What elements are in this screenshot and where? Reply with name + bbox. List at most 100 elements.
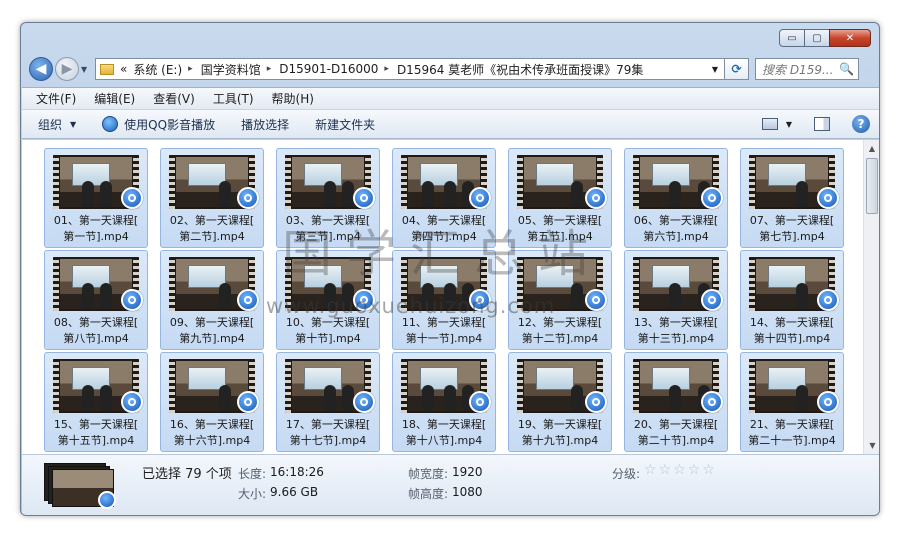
- qq-player-icon: [121, 391, 143, 413]
- command-bar-right: ▼ ?: [761, 115, 870, 133]
- breadcrumb-range[interactable]: D15901-D16000: [279, 62, 378, 76]
- file-item[interactable]: 16、第一天课程[ 第十六节].mp4: [160, 352, 264, 452]
- file-name-line: 13、第一天课程[: [633, 316, 719, 329]
- scrollbar-thumb[interactable]: [866, 158, 878, 214]
- menu-tools[interactable]: 工具(T): [213, 90, 254, 107]
- file-item[interactable]: 01、第一天课程[第一节].mp4: [44, 148, 148, 248]
- file-item[interactable]: 06、第一天课程[第六节].mp4: [624, 148, 728, 248]
- caption-buttons: ▭ ▢ ✕: [779, 29, 871, 47]
- search-placeholder: 搜索 D159...: [762, 62, 834, 77]
- new-folder-button[interactable]: 新建文件夹: [315, 116, 375, 133]
- folder-icon: [100, 63, 114, 75]
- star-icon[interactable]: ☆: [688, 463, 701, 477]
- qq-player-icon: [121, 289, 143, 311]
- file-name-line: 17、第一天课程[: [285, 418, 371, 431]
- breadcrumb-separator[interactable]: ▸: [267, 64, 272, 74]
- scroll-down-icon[interactable]: ▼: [864, 437, 879, 454]
- refresh-button[interactable]: ⟳: [725, 58, 749, 80]
- breadcrumb-library[interactable]: 国学资料馆: [201, 61, 261, 78]
- file-item[interactable]: 07、第一天课程[第七节].mp4: [740, 148, 844, 248]
- menu-help[interactable]: 帮助(H): [272, 90, 314, 107]
- back-button[interactable]: ◀: [29, 57, 53, 81]
- play-selection-button[interactable]: 播放选择: [241, 116, 289, 133]
- qq-player-icon: [237, 289, 259, 311]
- address-bar[interactable]: « 系统 (E:) ▸ 国学资料馆 ▸ D15901-D16000 ▸ D159…: [95, 58, 725, 80]
- file-name: 03、第一天课程[第三节].mp4: [279, 213, 377, 245]
- file-name: 14、第一天课程[第十四节].mp4: [743, 315, 841, 347]
- file-name-line: 第二十节].mp4: [637, 434, 715, 447]
- file-name: 18、第一天课程[第十八节].mp4: [395, 417, 493, 449]
- file-item[interactable]: 11、第一天课程[第十一节].mp4: [392, 250, 496, 350]
- menu-view[interactable]: 查看(V): [153, 90, 195, 107]
- file-item[interactable]: 21、第一天课程[第二十一节].mp4: [740, 352, 844, 452]
- close-button[interactable]: ✕: [829, 29, 871, 47]
- file-item[interactable]: 09、第一天课程[第九节].mp4: [160, 250, 264, 350]
- file-item[interactable]: 17、第一天课程[第十七节].mp4: [276, 352, 380, 452]
- file-name: 17、第一天课程[第十七节].mp4: [279, 417, 377, 449]
- file-item[interactable]: 10、第一天课程[第十节].mp4: [276, 250, 380, 350]
- qq-player-icon: [353, 391, 375, 413]
- file-item[interactable]: 19、第一天课程[第十九节].mp4: [508, 352, 612, 452]
- search-icon[interactable]: 🔍: [839, 62, 854, 76]
- search-input[interactable]: 搜索 D159... 🔍: [755, 58, 859, 80]
- file-item[interactable]: 14、第一天课程[第十四节].mp4: [740, 250, 844, 350]
- file-item[interactable]: 04、第一天课程[第四节].mp4: [392, 148, 496, 248]
- file-item[interactable]: 05、第一天课程[第五节].mp4: [508, 148, 612, 248]
- star-icon[interactable]: ☆: [659, 463, 672, 477]
- qq-player-icon: [102, 116, 119, 132]
- file-item[interactable]: 03、第一天课程[第三节].mp4: [276, 148, 380, 248]
- maximize-button[interactable]: ▢: [804, 29, 830, 47]
- file-name: 05、第一天课程[第五节].mp4: [511, 213, 609, 245]
- address-overflow-chevron[interactable]: «: [120, 62, 127, 76]
- star-icon[interactable]: ☆: [644, 463, 657, 477]
- length-label: 长度:: [238, 467, 267, 481]
- file-item[interactable]: 12、第一天课程[第十二节].mp4: [508, 250, 612, 350]
- breadcrumb-drive[interactable]: 系统 (E:): [133, 61, 182, 78]
- file-name-line: 第十八节].mp4: [405, 434, 483, 447]
- file-name: 16、第一天课程[ 第十六节].mp4: [163, 417, 261, 449]
- address-dropdown-icon[interactable]: ▼: [712, 65, 718, 74]
- help-icon[interactable]: ?: [852, 115, 870, 133]
- minimize-button[interactable]: ▭: [779, 29, 805, 47]
- organize-button[interactable]: 组织 ▼: [38, 116, 76, 133]
- recent-pages-dropdown[interactable]: ▼: [81, 65, 91, 74]
- play-with-qq-button[interactable]: 使用QQ影音播放: [102, 116, 215, 133]
- forward-button[interactable]: ▶: [55, 57, 79, 81]
- file-name-line: 09、第一天课程[: [169, 316, 255, 329]
- organize-label: 组织: [38, 117, 63, 132]
- file-item[interactable]: 08、第一天课程[第八节].mp4: [44, 250, 148, 350]
- file-name-line: 16、第一天课程[: [169, 418, 255, 431]
- details-pane: 已选择 79 个项 长度: 16:18:26 大小: 9.66 GB 帧宽度: …: [22, 454, 879, 515]
- view-options-chevron-icon[interactable]: ▼: [786, 120, 792, 129]
- file-item[interactable]: 02、第一天课程[第二节].mp4: [160, 148, 264, 248]
- qq-player-icon: [469, 391, 491, 413]
- file-item[interactable]: 20、第一天课程[第二十节].mp4: [624, 352, 728, 452]
- qq-player-icon: [701, 391, 723, 413]
- scroll-up-icon[interactable]: ▲: [864, 140, 879, 157]
- menu-edit[interactable]: 编辑(E): [94, 90, 135, 107]
- file-name-line: 06、第一天课程[: [633, 214, 719, 227]
- rating-label: 分级:: [612, 467, 641, 481]
- menu-file[interactable]: 文件(F): [36, 90, 76, 107]
- breadcrumb-current-folder[interactable]: D15964 莫老师《祝由术传承班面授课》79集: [397, 61, 644, 78]
- navigation-bar: ◀ ▶ ▼ « 系统 (E:) ▸ 国学资料馆 ▸ D15901-D16000 …: [29, 55, 873, 83]
- file-item[interactable]: 13、第一天课程[第十三节].mp4: [624, 250, 728, 350]
- change-view-icon[interactable]: [761, 118, 778, 130]
- file-name-line: 第八节].mp4: [63, 332, 129, 345]
- star-icon[interactable]: ☆: [702, 463, 715, 477]
- rating-stars[interactable]: ☆ ☆ ☆ ☆ ☆: [644, 463, 717, 477]
- file-item[interactable]: 15、第一天课程[第十五节].mp4: [44, 352, 148, 452]
- file-name-line: 第十六节].mp4: [173, 434, 251, 447]
- breadcrumb-separator[interactable]: ▸: [188, 64, 193, 74]
- length-value: 16:18:26: [270, 465, 324, 479]
- star-icon[interactable]: ☆: [673, 463, 686, 477]
- file-name: 11、第一天课程[第十一节].mp4: [395, 315, 493, 347]
- vertical-scrollbar[interactable]: ▲ ▼: [863, 140, 879, 454]
- file-name-line: 第二节].mp4: [179, 230, 245, 243]
- qq-player-icon: [469, 289, 491, 311]
- breadcrumb-separator[interactable]: ▸: [384, 64, 389, 74]
- qq-player-icon: [701, 187, 723, 209]
- file-item[interactable]: 18、第一天课程[第十八节].mp4: [392, 352, 496, 452]
- preview-pane-icon[interactable]: [814, 117, 830, 131]
- file-name-line: 第二十一节].mp4: [748, 434, 836, 447]
